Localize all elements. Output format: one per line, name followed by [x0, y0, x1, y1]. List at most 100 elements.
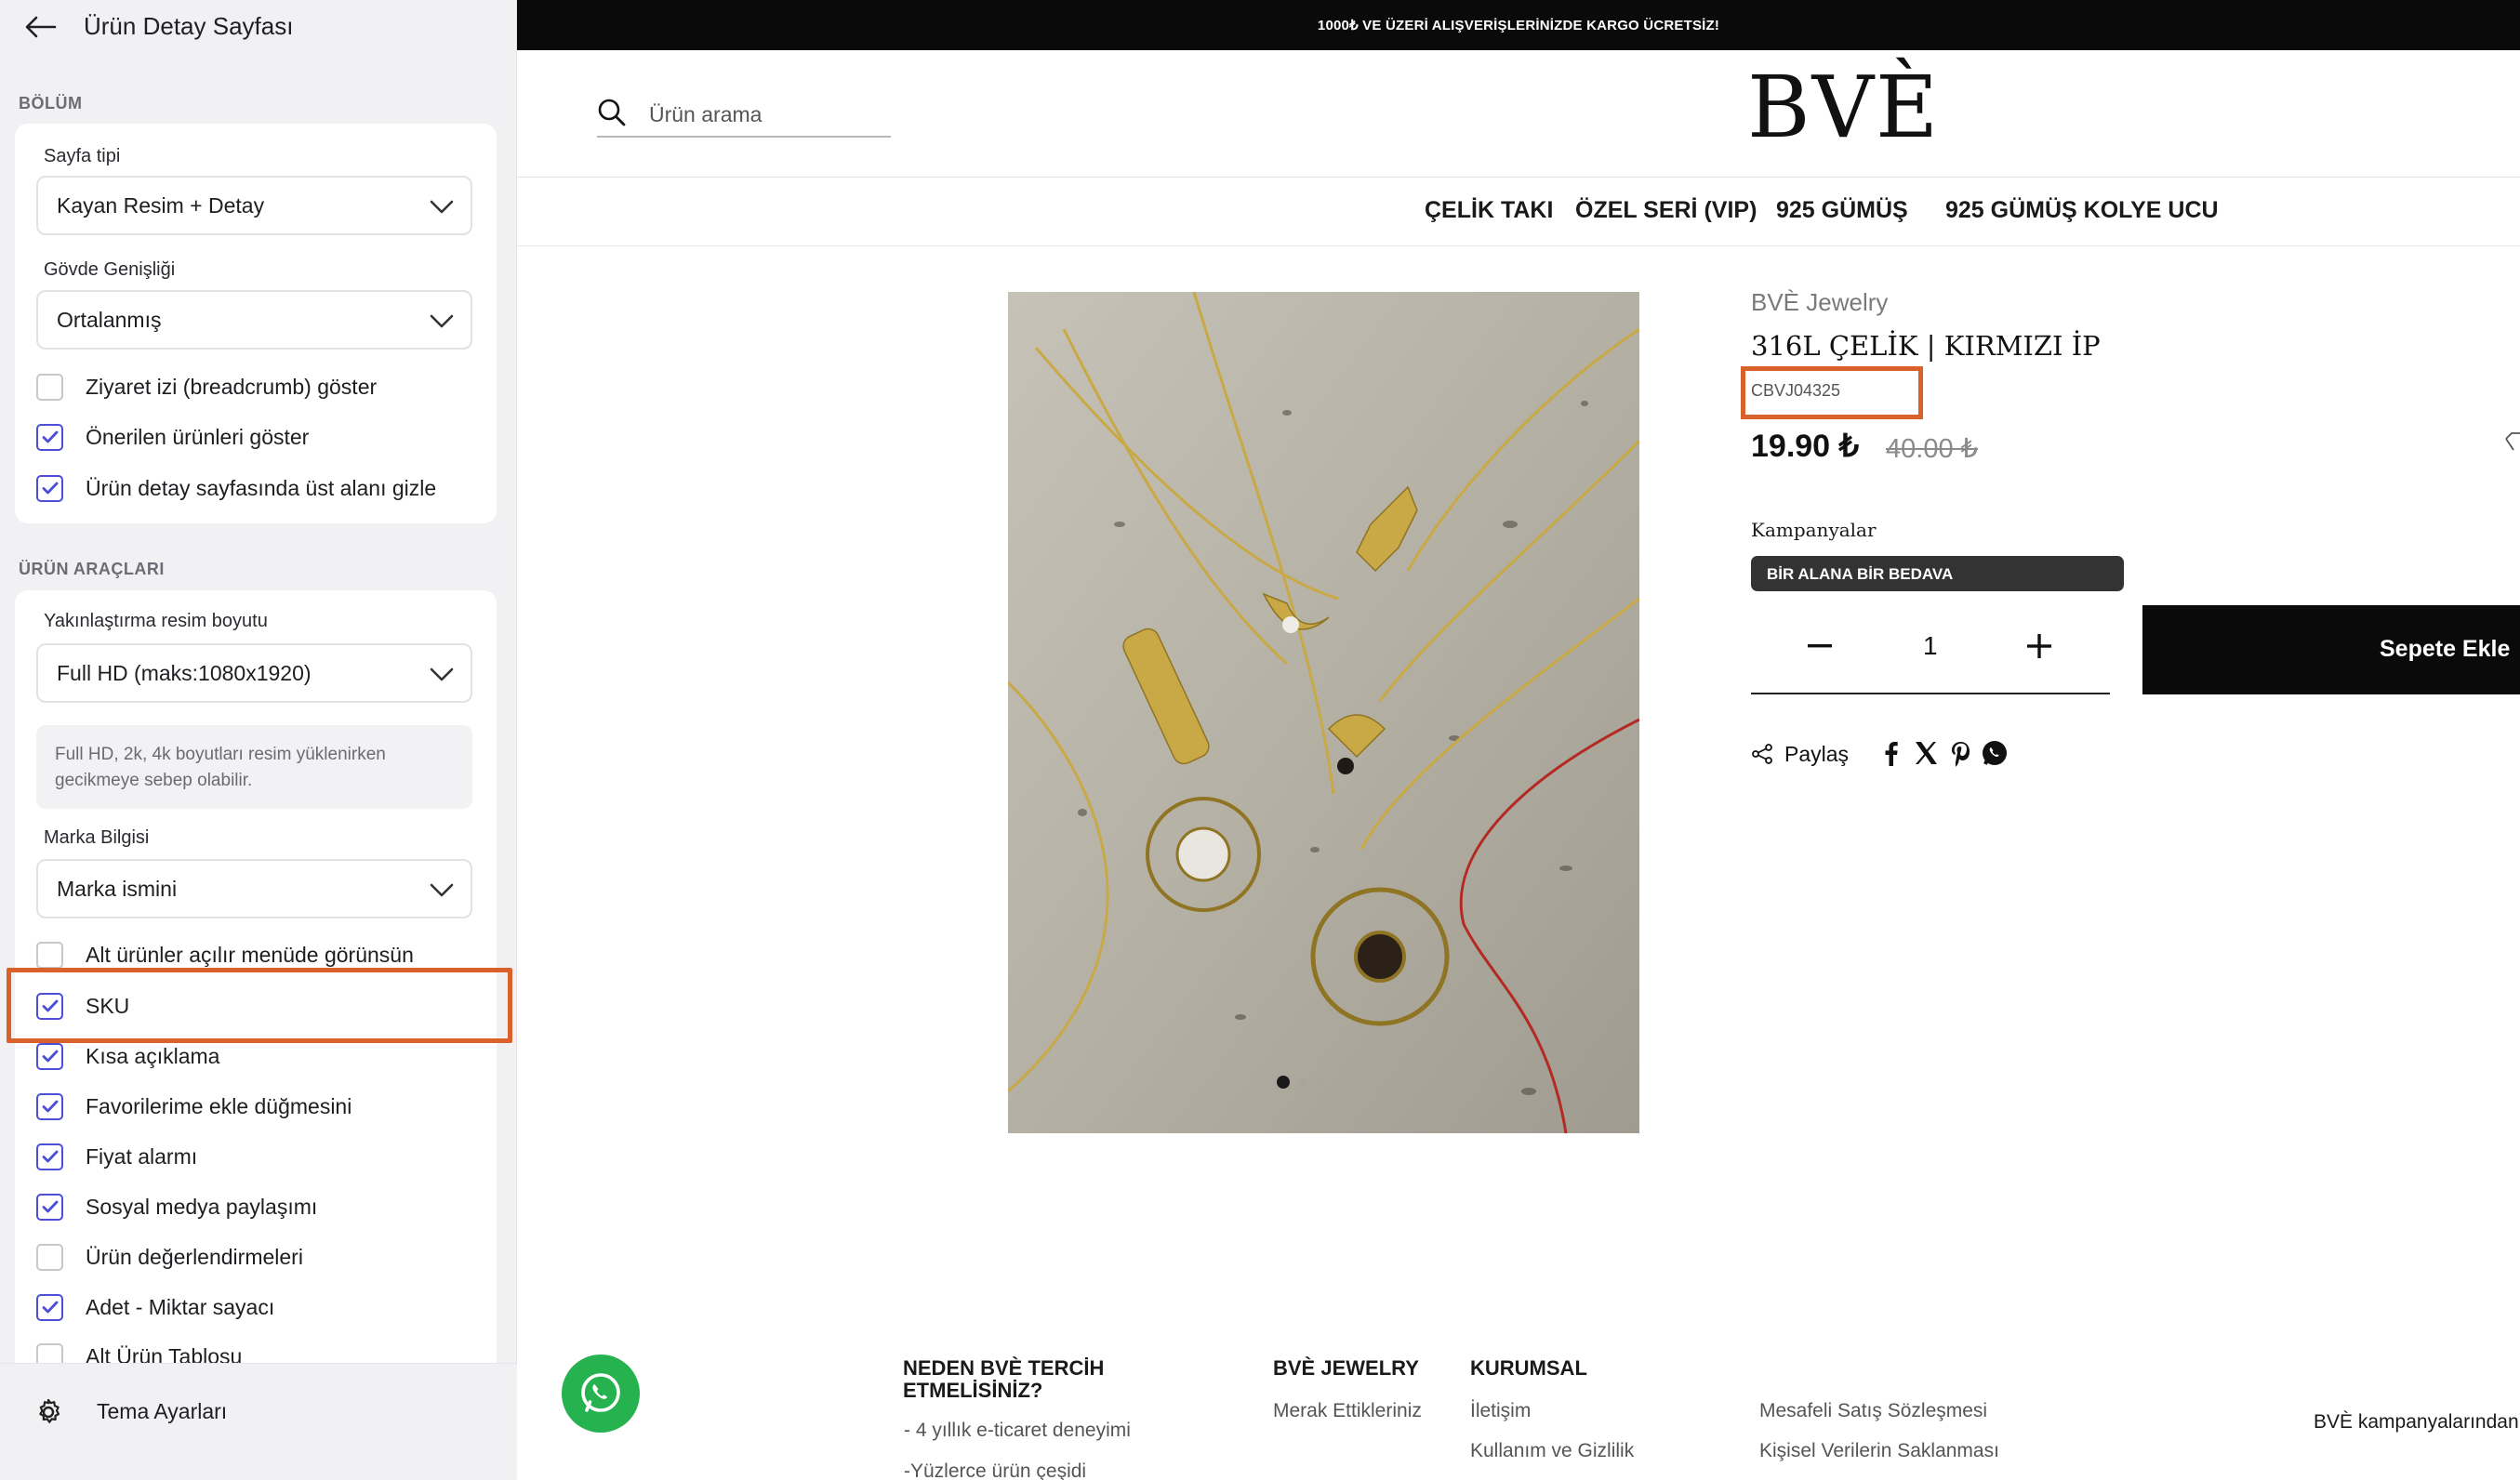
campaigns-label: Kampanyalar [1751, 519, 1877, 541]
checkbox-row-sub-products-dropdown[interactable]: Alt ürünler açılır menüde görünsün [36, 938, 414, 971]
checkbox-label: Adet - Miktar sayacı [86, 1294, 275, 1319]
page-type-value: Kayan Resim + Detay [57, 193, 265, 218]
section-label-urun-araclari: ÜRÜN ARAÇLARI [19, 560, 165, 578]
nav-item-ozel-seri[interactable]: ÖZEL SERİ (VIP) [1575, 197, 1757, 224]
checkbox[interactable] [36, 1193, 63, 1221]
page-type-select[interactable]: Kayan Resim + Detay [36, 176, 472, 235]
sidebar-title: Ürün Detay Sayfası [84, 12, 294, 40]
check-icon [42, 1100, 58, 1113]
quantity-value[interactable]: 1 [1923, 631, 1938, 661]
back-arrow-icon[interactable] [22, 11, 60, 43]
checkbox-label: Fiyat alarmı [86, 1143, 198, 1169]
facebook-icon[interactable] [1877, 739, 1905, 767]
decrease-quantity-button[interactable] [1801, 628, 1838, 665]
brand-info-select[interactable]: Marka ismini [36, 859, 472, 918]
checkbox-row-short-description[interactable]: Kısa açıklama [36, 1039, 219, 1073]
checkbox-label: Sosyal medya paylaşımı [86, 1194, 318, 1219]
quantity-stepper: 1 [1751, 605, 2110, 694]
nav-divider [517, 245, 2520, 246]
product-brand[interactable]: BVÈ Jewelry [1751, 288, 1888, 317]
checkbox[interactable] [36, 1243, 63, 1271]
footer-text: -Yüzlerce ürün çeşidi [904, 1460, 1087, 1480]
checkbox[interactable] [36, 1293, 63, 1321]
diamond-icon[interactable] [2504, 429, 2520, 457]
footer-text: - 4 yıllık e-ticaret deneyimi [904, 1420, 1131, 1441]
checkbox[interactable] [36, 373, 63, 401]
increase-quantity-button[interactable] [2021, 628, 2058, 665]
add-to-cart-button[interactable]: Sepete Ekle [2142, 605, 2520, 694]
zoom-size-value: Full HD (maks:1080x1920) [57, 661, 312, 685]
product-price: 19.90 ₺ [1751, 429, 1860, 464]
sidebar-header: Ürün Detay Sayfası [0, 0, 517, 54]
footer-link[interactable]: İletişim [1470, 1400, 1531, 1422]
store-preview: 1000₺ VE ÜZERİ ALIŞVERİŞLERİNİZDE KARGO … [517, 0, 2520, 1480]
announcement-bar: 1000₺ VE ÜZERİ ALIŞVERİŞLERİNİZDE KARGO … [517, 0, 2520, 50]
zoom-size-label: Yakınlaştırma resim boyutu [44, 611, 268, 631]
checkbox-label: Ürün detay sayfasında üst alanı gizle [86, 475, 437, 500]
check-icon [42, 1301, 58, 1314]
checkbox-row-price-alert[interactable]: Fiyat alarmı [36, 1140, 197, 1173]
share-button[interactable]: Paylaş [1751, 739, 1849, 769]
footer-link[interactable]: Kullanım ve Gizlilik [1470, 1440, 1634, 1462]
zoom-info-note: Full HD, 2k, 4k boyutları resim yüklenir… [36, 725, 472, 809]
brand-info-value: Marka ismini [57, 877, 178, 901]
checkbox-label: Kısa açıklama [86, 1043, 220, 1068]
brand-info-label: Marka Bilgisi [44, 827, 150, 848]
checkbox-row-reviews[interactable]: Ürün değerlendirmeleri [36, 1240, 303, 1274]
checkbox[interactable] [36, 1342, 63, 1363]
campaign-badge: BİR ALANA BİR BEDAVA [1751, 556, 2124, 591]
search-field[interactable]: Ürün arama [597, 89, 891, 138]
checkbox[interactable] [36, 1092, 63, 1120]
checkbox[interactable] [36, 1042, 63, 1070]
footer-newsletter-text: BVÈ kampanyalarından [2314, 1411, 2519, 1433]
checkbox-row-sub-product-table[interactable]: Alt Ürün Tablosu [36, 1340, 242, 1363]
share-icon [1752, 744, 1772, 764]
product-sku: CBVJ04325 [1751, 381, 1841, 400]
zoom-size-select[interactable]: Full HD (maks:1080x1920) [36, 643, 472, 703]
sku-highlight-annotation [7, 968, 512, 1043]
checkbox[interactable] [36, 474, 63, 502]
checkbox-row-breadcrumb[interactable]: Ziyaret izi (breadcrumb) göster [36, 370, 377, 403]
checkbox-label: Ürün değerlendirmeleri [86, 1244, 303, 1269]
product-name: 316L ÇELİK | KIRMIZI İP [1751, 330, 2101, 362]
checkbox[interactable] [36, 423, 63, 451]
share-label: Paylaş [1784, 741, 1850, 766]
nav-item-celik-taki[interactable]: ÇELİK TAKI [1425, 197, 1553, 224]
section-label-bolum: BÖLÜM [19, 94, 83, 112]
footer-heading-why: NEDEN BVÈ TERCİH ETMELİSİNİZ? [903, 1356, 1105, 1402]
search-input[interactable]: Ürün arama [649, 102, 762, 127]
checkbox[interactable] [36, 1143, 63, 1170]
header-divider [517, 177, 2520, 178]
pinterest-icon[interactable] [1946, 739, 1974, 767]
checkbox[interactable] [36, 941, 63, 969]
product-image[interactable] [1008, 292, 1639, 1133]
check-icon [42, 1050, 58, 1063]
store-logo[interactable]: BVÈ [1747, 58, 1940, 157]
nav-item-925-gumus[interactable]: 925 GÜMÜŞ [1776, 197, 1908, 224]
check-icon [42, 1200, 58, 1213]
nav-item-925-kolye-ucu[interactable]: 925 GÜMÜŞ KOLYE UCU [1945, 197, 2219, 224]
theme-settings-sidebar: Ürün Detay Sayfası BÖLÜM Sayfa tipi Kaya… [0, 0, 517, 1480]
footer-link[interactable]: Merak Ettikleriniz [1273, 1400, 1422, 1422]
whatsapp-icon[interactable] [1981, 739, 2009, 767]
body-width-select[interactable]: Ortalanmış [36, 290, 472, 350]
body-width-value: Ortalanmış [57, 308, 162, 332]
whatsapp-chat-button[interactable] [562, 1354, 640, 1433]
checkbox-row-quantity-counter[interactable]: Adet - Miktar sayacı [36, 1290, 274, 1324]
checkbox-row-social-share[interactable]: Sosyal medya paylaşımı [36, 1190, 317, 1223]
checkbox-row-favorites[interactable]: Favorilerime ekle düğmesini [36, 1090, 351, 1123]
footer-heading-bve: BVÈ JEWELRY [1273, 1356, 1419, 1380]
x-twitter-icon[interactable] [1912, 739, 1940, 767]
checkbox-label: Ziyaret izi (breadcrumb) göster [86, 374, 378, 399]
product-old-price: 40.00 ₺ [1886, 434, 1979, 464]
checkbox-row-hide-top[interactable]: Ürün detay sayfasında üst alanı gizle [36, 471, 436, 505]
chevron-down-icon [430, 314, 454, 328]
footer-link[interactable]: Kişisel Verilerin Saklanması [1759, 1440, 1999, 1462]
theme-settings-link[interactable]: Tema Ayarları [97, 1399, 227, 1424]
checkbox-row-recommended[interactable]: Önerilen ürünleri göster [36, 420, 309, 454]
jewelry-photo [1008, 292, 1639, 1133]
plus-icon [2027, 634, 2051, 658]
footer-link[interactable]: Mesafeli Satış Sözleşmesi [1759, 1400, 1987, 1422]
sidebar-footer[interactable]: Tema Ayarları [0, 1363, 517, 1480]
page-type-label: Sayfa tipi [44, 146, 121, 166]
